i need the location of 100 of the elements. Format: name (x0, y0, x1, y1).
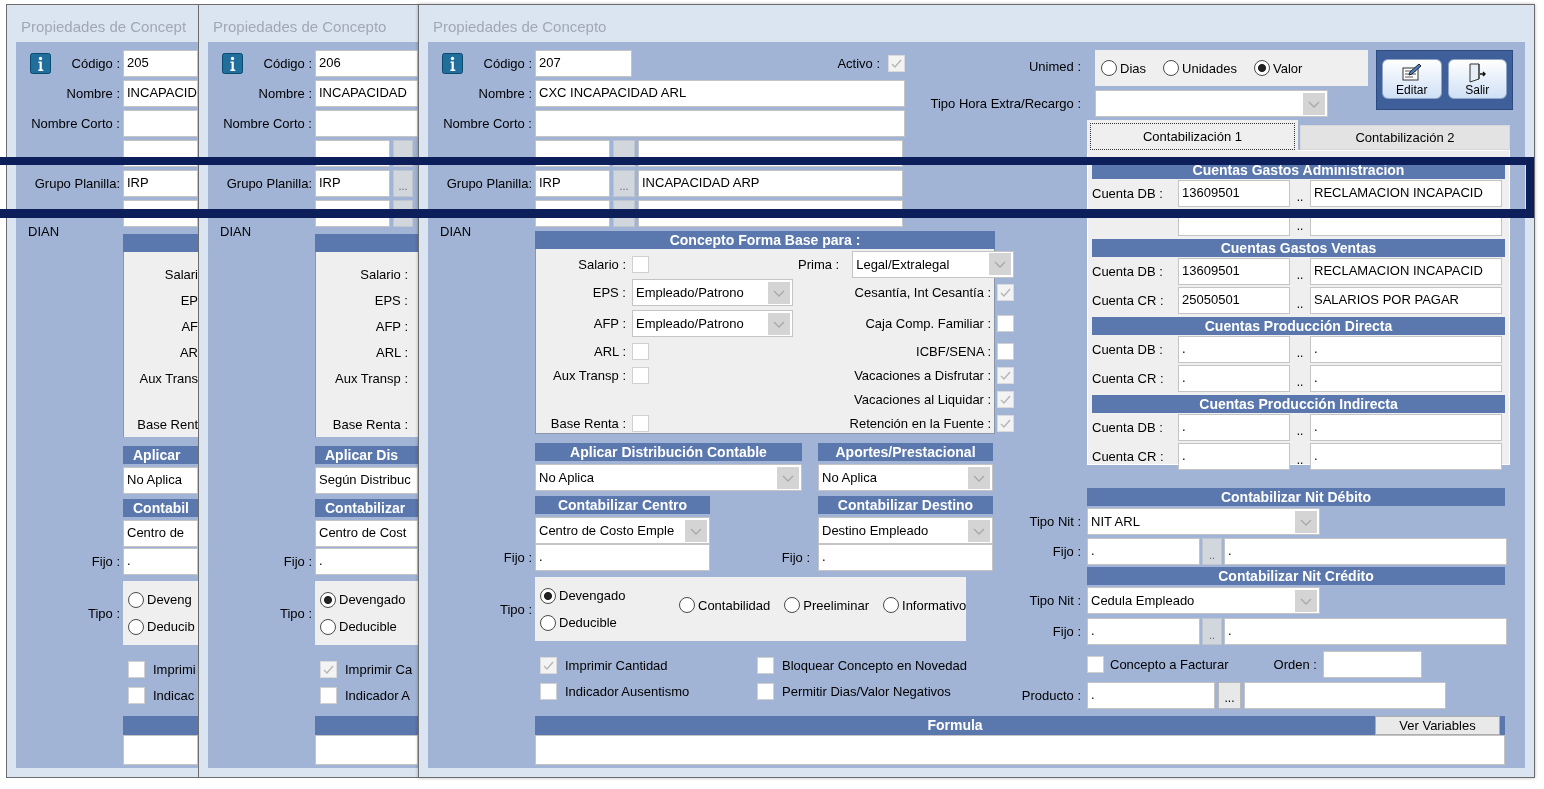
text-field[interactable]: . (818, 544, 993, 571)
text-field[interactable]: . (1224, 537, 1507, 565)
dropdown[interactable]: No Aplica (818, 464, 993, 491)
dropdown[interactable]: Destino Empleado (818, 517, 993, 544)
checkbox[interactable] (1087, 656, 1104, 673)
checkbox[interactable] (997, 342, 1015, 360)
lookup-button[interactable]: ... (613, 170, 635, 197)
text-field[interactable]: RECLAMACION INCAPACID (1310, 180, 1502, 207)
text-field[interactable]: RECLAMACION INCAPACID (1310, 258, 1502, 285)
checkbox[interactable] (632, 414, 649, 432)
checkbox[interactable] (632, 366, 649, 384)
dropdown[interactable]: Según Distribuc (315, 467, 418, 494)
lookup-button[interactable]: ... (1218, 682, 1241, 709)
checkbox[interactable] (997, 390, 1015, 408)
dropdown[interactable]: Cedula Empleado (1087, 587, 1320, 614)
radio-button[interactable] (1253, 60, 1270, 76)
exit-button[interactable]: Salir (1447, 59, 1507, 99)
lookup-button[interactable]: .. (1290, 269, 1310, 285)
formula-field[interactable] (535, 735, 1505, 765)
text-field[interactable]: . (1224, 617, 1507, 645)
lookup-button[interactable]: .. (1290, 347, 1310, 363)
text-field[interactable]: . (1178, 365, 1290, 392)
text-field[interactable]: 206 (315, 50, 418, 77)
checkbox[interactable] (757, 657, 774, 674)
edit-button[interactable]: Editar (1382, 59, 1442, 99)
text-field[interactable]: CXC INCAPACIDAD ARL (535, 80, 905, 107)
radio-button[interactable] (883, 597, 900, 613)
checkbox[interactable] (632, 342, 649, 360)
text-field[interactable]: INCAPACIDAD ARP (638, 170, 903, 197)
checkbox[interactable] (540, 657, 557, 674)
lookup-button[interactable]: .. (1290, 298, 1310, 314)
text-field[interactable]: INCAPACIDAD (315, 80, 418, 107)
text-field[interactable] (1322, 651, 1422, 678)
text-field[interactable]: . (1087, 537, 1200, 565)
radio-button[interactable] (1163, 60, 1179, 76)
dropdown[interactable]: Empleado/Patrono (632, 279, 793, 306)
text-field[interactable]: 205 (123, 50, 198, 77)
text-field[interactable]: . (1310, 336, 1502, 363)
checkbox[interactable] (128, 687, 145, 704)
radio-button[interactable] (679, 597, 695, 613)
text-field[interactable]: . (535, 544, 710, 571)
dropdown[interactable]: Centro de Costo Emple (535, 517, 710, 544)
checkbox[interactable] (320, 661, 337, 678)
dropdown[interactable]: Legal/Extralegal (852, 250, 1015, 278)
dropdown[interactable]: NIT ARL (1087, 508, 1320, 535)
dropdown[interactable]: No Aplica (123, 467, 198, 494)
lookup-button[interactable]: .. (1290, 425, 1310, 441)
lookup-button[interactable]: .. (1290, 376, 1310, 392)
dropdown[interactable] (1095, 90, 1328, 117)
text-field[interactable]: INCAPACID (123, 80, 198, 107)
radio-button[interactable] (1101, 60, 1117, 76)
text-field[interactable] (315, 110, 418, 137)
radio-button[interactable] (540, 587, 556, 604)
text-field[interactable] (535, 110, 905, 137)
text-field[interactable]: IRP (123, 170, 198, 197)
text-field[interactable]: IRP (535, 170, 610, 197)
dropdown[interactable]: Centro de Cost (315, 520, 418, 547)
checkbox[interactable] (997, 284, 1015, 301)
radio-button[interactable] (128, 591, 144, 608)
text-field[interactable]: 207 (535, 50, 632, 77)
text-field[interactable]: . (1087, 682, 1215, 709)
radio-button[interactable] (540, 614, 556, 631)
checkbox[interactable] (632, 255, 649, 273)
lookup-button[interactable]: .. (1202, 537, 1222, 565)
text-field[interactable]: 13609501 (1178, 258, 1290, 285)
checkbox[interactable] (888, 55, 905, 72)
checkbox[interactable] (997, 366, 1015, 384)
checkbox[interactable] (128, 661, 145, 678)
checkbox[interactable] (997, 414, 1015, 432)
text-field[interactable]: . (1178, 414, 1290, 441)
text-field[interactable]: . (123, 548, 198, 575)
dropdown[interactable]: Centro de (123, 520, 198, 547)
text-field[interactable]: SALARIOS POR PAGAR (1310, 287, 1502, 314)
radio-button[interactable] (320, 618, 336, 635)
text-field[interactable] (1244, 682, 1446, 709)
formula-field[interactable] (123, 735, 198, 765)
text-field[interactable]: IRP (315, 170, 390, 197)
radio-button[interactable] (784, 597, 801, 613)
text-field[interactable]: . (1310, 365, 1502, 392)
text-field[interactable]: 25050501 (1178, 287, 1290, 314)
lookup-button[interactable]: .. (1290, 454, 1310, 470)
tab[interactable]: Contabilización 1 (1090, 123, 1295, 150)
lookup-button[interactable]: .. (1290, 220, 1310, 236)
text-field[interactable]: . (315, 548, 418, 575)
ver-variables-button[interactable]: Ver Variables (1375, 716, 1500, 735)
text-field[interactable]: . (1310, 414, 1502, 441)
checkbox[interactable] (757, 683, 774, 700)
checkbox[interactable] (997, 315, 1015, 332)
checkbox[interactable] (320, 687, 337, 704)
text-field[interactable]: . (1178, 443, 1290, 470)
dropdown[interactable]: Empleado/Patrono (632, 310, 793, 337)
dropdown[interactable]: No Aplica (535, 464, 802, 491)
lookup-button[interactable]: ... (393, 170, 413, 197)
text-field[interactable]: 13609501 (1178, 180, 1290, 207)
tab[interactable]: Contabilización 2 (1300, 125, 1510, 150)
formula-field[interactable] (315, 735, 418, 765)
lookup-button[interactable]: .. (1202, 617, 1222, 645)
text-field[interactable]: . (1178, 336, 1290, 363)
lookup-button[interactable]: .. (1290, 191, 1310, 207)
radio-button[interactable] (320, 591, 336, 608)
